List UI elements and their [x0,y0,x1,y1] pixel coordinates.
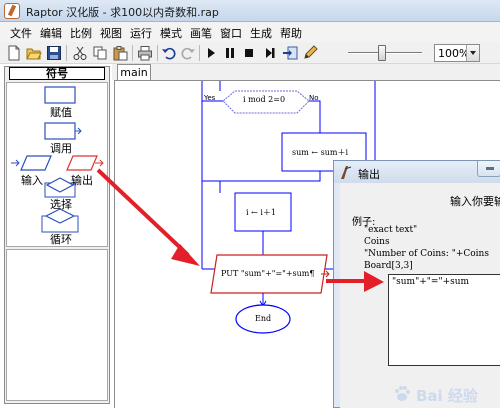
baidu-watermark: Bai 经验 [386,382,498,406]
annotation-arrow-2 [326,271,384,292]
annotation-overlay [96,168,384,292]
watermark-text: Bai 经验 [416,387,478,405]
annotation-arrow-1 [96,168,200,266]
baidu-paw-icon [395,386,410,401]
